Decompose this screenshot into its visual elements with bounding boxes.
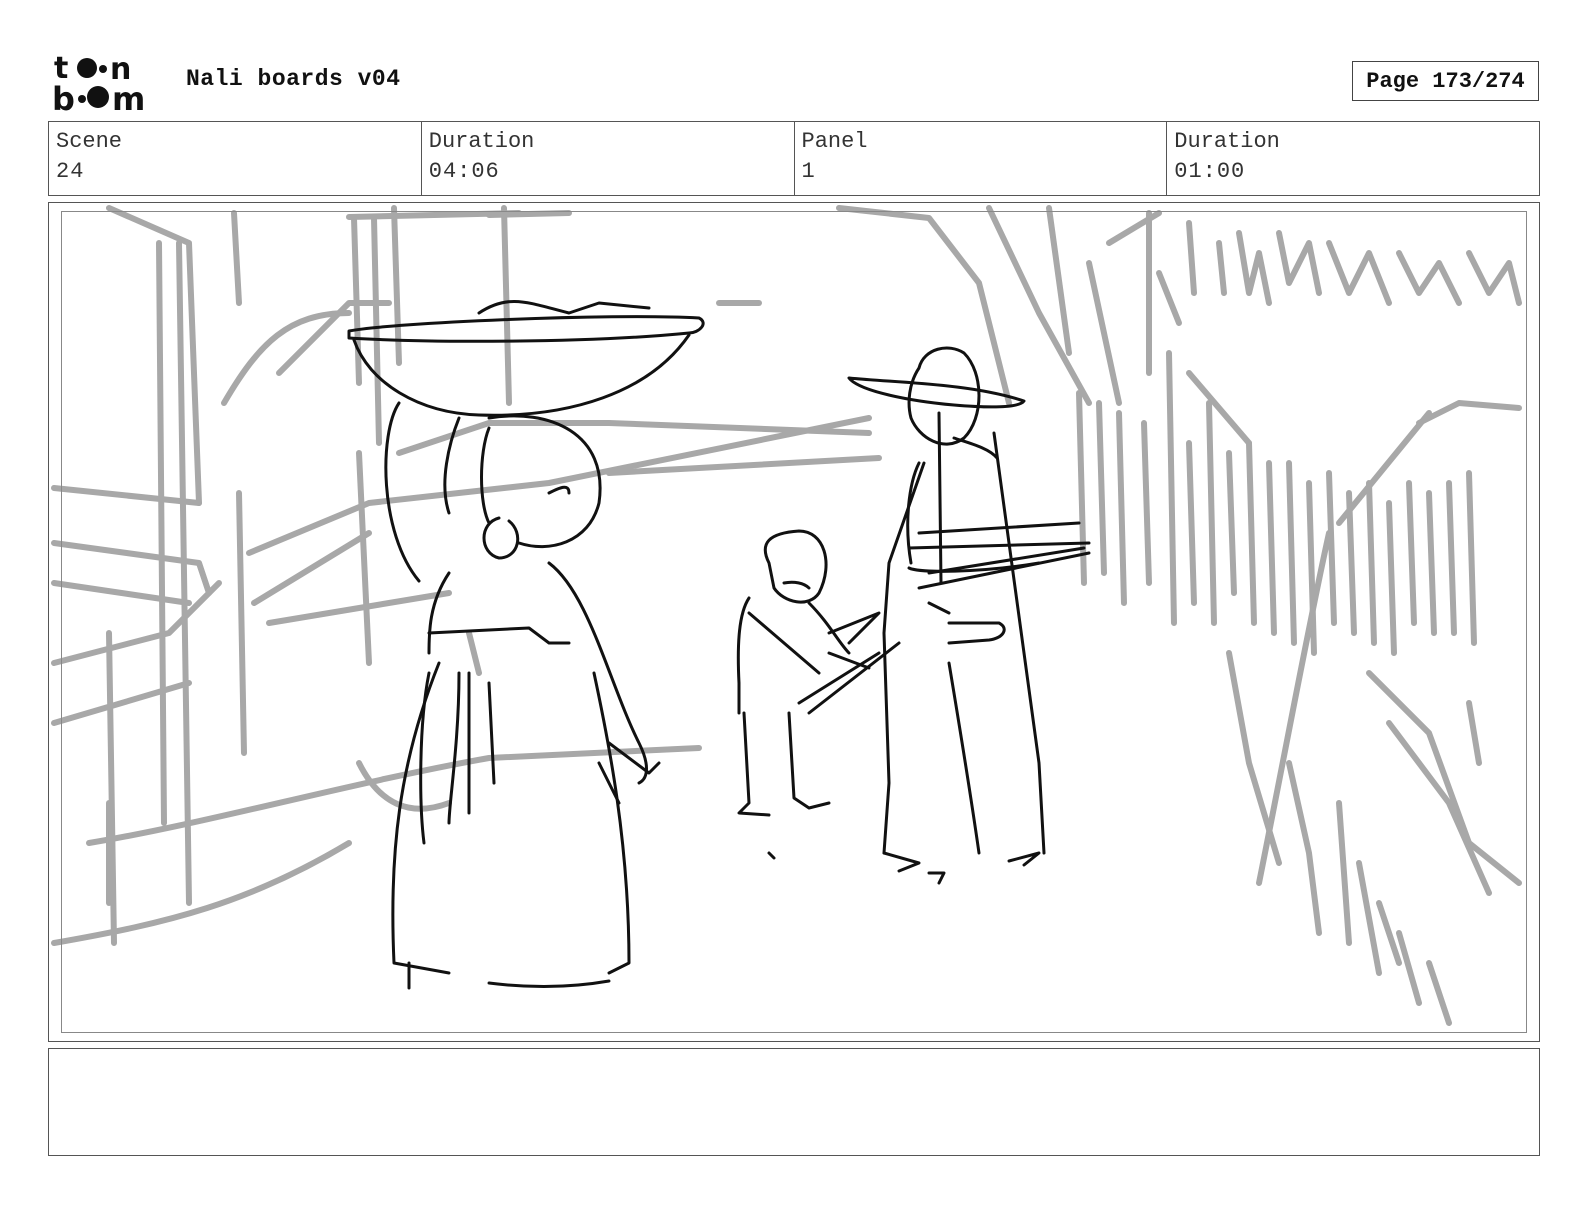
scene-info-table: Scene 24 Duration 04:06 Panel 1 Duration… <box>48 121 1540 196</box>
svg-text:b: b <box>52 80 75 112</box>
toonboom-logo: t n b m <box>52 52 145 112</box>
panel-duration-label: Duration <box>1174 129 1280 154</box>
storyboard-panel <box>48 202 1540 1042</box>
scene-value: 24 <box>56 159 85 184</box>
scene-duration-label: Duration <box>428 129 535 154</box>
panel-cell: Panel 1 <box>795 122 1168 195</box>
scene-cell: Scene 24 <box>49 122 422 195</box>
panel-label: Panel <box>801 129 868 154</box>
panel-value: 1 <box>801 159 816 184</box>
scene-label: Scene <box>56 129 123 154</box>
scene-duration-value: 04:06 <box>428 159 500 184</box>
panel-duration-value: 01:00 <box>1174 159 1246 184</box>
storyboard-sketch <box>51 205 1522 1026</box>
project-title: Nali boards v04 <box>186 66 401 92</box>
panel-notes[interactable] <box>48 1048 1540 1156</box>
page-indicator: Page 173/274 <box>1352 61 1539 101</box>
panel-duration-cell: Duration 01:00 <box>1167 122 1539 195</box>
svg-text:m: m <box>112 80 145 112</box>
scene-duration-cell: Duration 04:06 <box>422 122 795 195</box>
